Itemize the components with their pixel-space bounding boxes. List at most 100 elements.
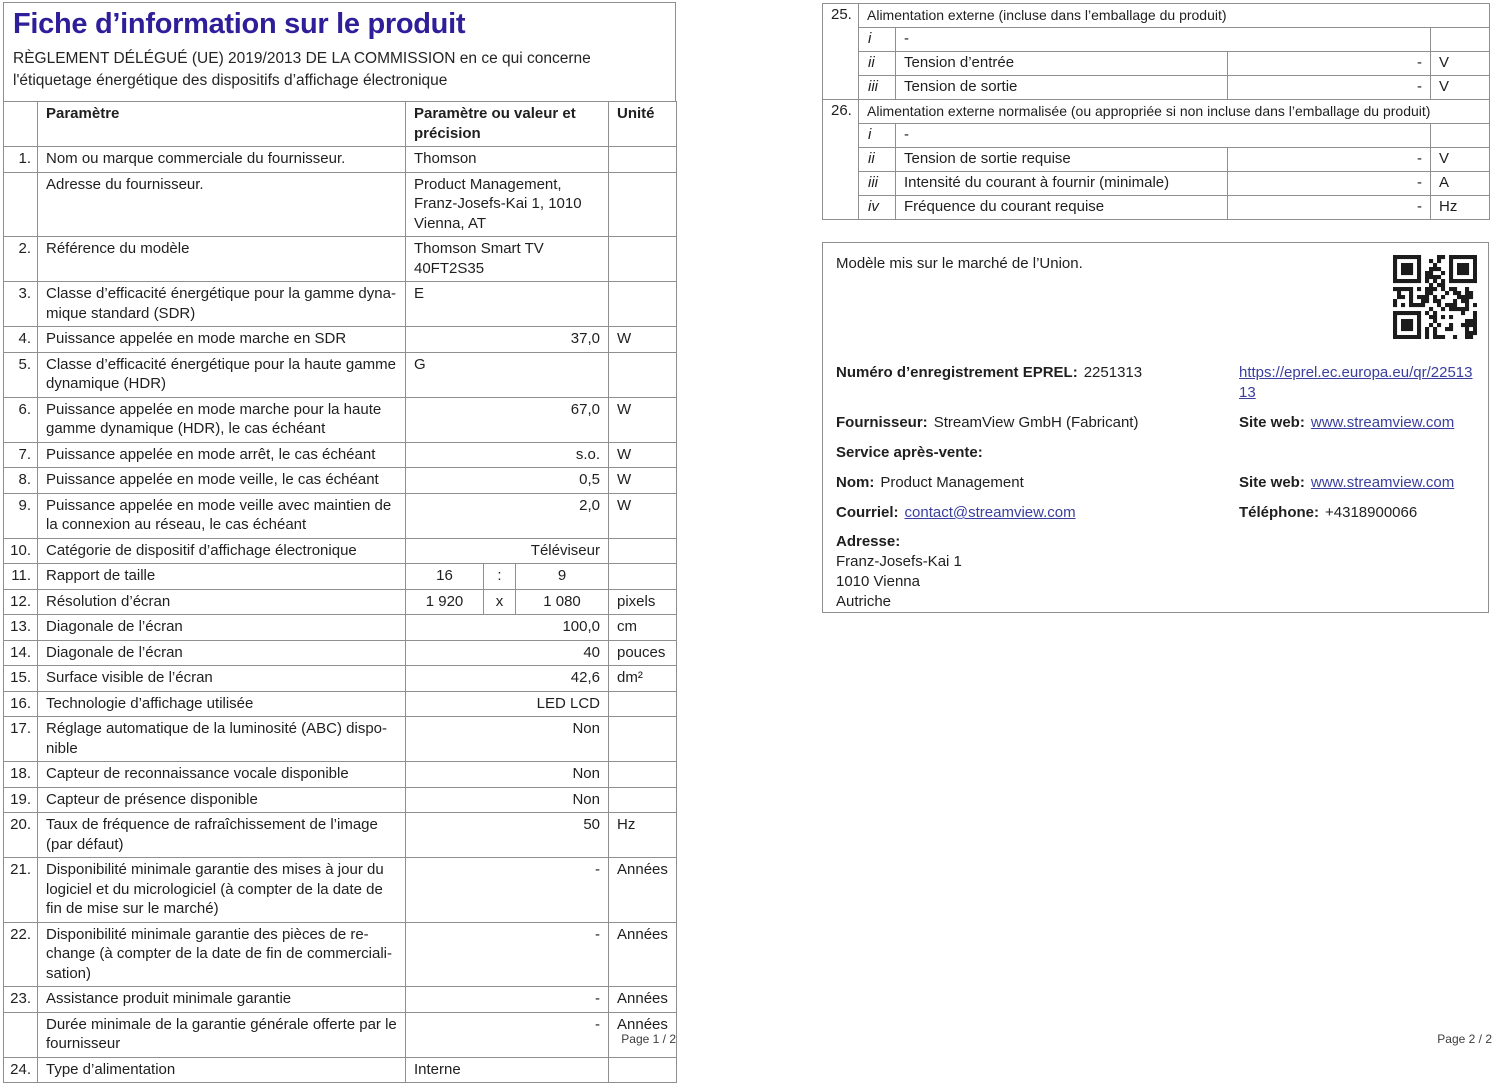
- eprel-link[interactable]: https://eprel.ec.europa.eu/qr/2251313: [1239, 363, 1475, 403]
- param-label: Disponibilité minimale garantie des mise…: [37, 857, 406, 923]
- supplier-info-box: Modèle mis sur le marché de l’Union. Num…: [822, 242, 1489, 613]
- param-label: Puissance appelée en mode marche pour la…: [37, 396, 406, 443]
- email-link[interactable]: contact@streamview.com: [905, 504, 1076, 521]
- unit-cell: W: [608, 441, 677, 468]
- unit-cell: [608, 1056, 677, 1083]
- table-row: i-: [823, 123, 1491, 148]
- service-name-row: Nom: Product Management Site web: www.stre…: [836, 473, 1475, 493]
- unit-cell: [1429, 27, 1491, 52]
- row-number: 20.: [3, 812, 38, 858]
- param-label: Diagonale de l’écran: [37, 639, 406, 666]
- row-roman-numeral: iv: [858, 195, 896, 220]
- website-link[interactable]: www.streamview.com: [1311, 414, 1454, 431]
- param-value: -: [1227, 51, 1431, 76]
- contact-row: Courriel: contact@streamview.com Téléphon…: [836, 503, 1475, 523]
- table-row: 13. Diagonale de l’écran 100,0 cm: [3, 614, 677, 641]
- table-row: 7. Puissance appelée en mode arrêt, le ca…: [3, 441, 677, 468]
- param-label: -: [895, 123, 1431, 148]
- service-name: Product Management: [880, 474, 1024, 491]
- param-value-part: 9: [515, 563, 609, 590]
- address-block: Adresse: Franz-Josefs-Kai 1 1010 Vienna …: [836, 532, 1475, 612]
- table-row: 5. Classe d’efficacité énergétique pour l…: [3, 351, 677, 398]
- table-row: 4. Puissance appelée en mode marche en SD…: [3, 326, 677, 353]
- row-number: 2.: [3, 236, 38, 282]
- param-value: -: [405, 857, 609, 923]
- param-label: Classe d’efficacité énergétique pour la …: [37, 281, 406, 327]
- row-number: 6.: [3, 396, 38, 443]
- row-number: 22.: [3, 921, 38, 987]
- param-label: Catégorie de dispositif d’affichage élec…: [37, 537, 406, 564]
- param-label: Résolution d’écran: [37, 588, 406, 615]
- table-row: 9. Puissance appelée en mode veille avec …: [3, 492, 677, 539]
- row-number: 21.: [3, 857, 38, 923]
- param-value: 100,0: [405, 614, 609, 641]
- after-sales-label: Service après-vente:: [836, 444, 983, 461]
- table-row: 1. Nom ou marque commerciale du fournisse…: [3, 146, 677, 173]
- unit-cell: V: [1429, 51, 1491, 76]
- page-1: Fiche d’information sur le produit RÈGLE…: [3, 2, 677, 1083]
- table-row: 10. Catégorie de dispositif d’affichage é…: [3, 537, 677, 564]
- row-roman-numeral: ii: [858, 147, 896, 172]
- table-row: 15. Surface visible de l’écran 42,6 dm²: [3, 665, 677, 692]
- row-number: 5.: [3, 351, 38, 398]
- supplier-name: StreamView GmbH (Fabricant): [933, 414, 1139, 431]
- param-label: Réglage automatique de la luminosité (AB…: [37, 716, 406, 762]
- unit-cell: A: [1429, 171, 1491, 196]
- unit-cell: [608, 563, 677, 590]
- supplier-label: Fournisseur:: [836, 414, 928, 431]
- param-value-part: 1 920: [405, 588, 484, 615]
- param-value: Téléviseur: [405, 537, 609, 564]
- table-header-row: Paramètre Paramètre ou valeur et précisi…: [3, 101, 677, 147]
- row-number: 23.: [3, 986, 38, 1013]
- table-row: 19. Capteur de présence disponible Non: [3, 786, 677, 813]
- col-header-parametre: Paramètre: [37, 101, 406, 147]
- row-number: 3.: [3, 281, 38, 327]
- row-number: 18.: [3, 761, 38, 788]
- unit-cell: [608, 281, 677, 327]
- unit-cell: V: [1429, 147, 1491, 172]
- param-value: E: [405, 281, 609, 327]
- row-number: 15.: [3, 665, 38, 692]
- unit-cell: [608, 171, 677, 237]
- param-value-part: x: [483, 588, 516, 615]
- param-value: s.o.: [405, 441, 609, 468]
- table-row: 24. Type d’alimentation Interne: [3, 1056, 677, 1083]
- unit-cell: Années: [608, 857, 677, 923]
- address-line: Franz-Josefs-Kai 1: [836, 553, 962, 570]
- phone-label: Téléphone:: [1239, 504, 1320, 521]
- row-roman-numeral: i: [858, 27, 896, 52]
- page-2: 25. Alimentation externe (incluse dans l’…: [822, 3, 1491, 613]
- unit-cell: [608, 537, 677, 564]
- section-header-row: 25. Alimentation externe (incluse dans l’…: [822, 3, 1491, 100]
- eprel-row: Numéro d’enregistrement EPREL: 2251313 ht…: [836, 363, 1475, 403]
- param-value: 50: [405, 812, 609, 858]
- unit-cell: dm²: [608, 665, 677, 692]
- table-row: iii Tension de sortie - V: [823, 75, 1491, 100]
- power-supply-table: 25. Alimentation externe (incluse dans l’…: [822, 3, 1491, 220]
- unit-cell: Hz: [608, 812, 677, 858]
- param-label: Taux de fréquence de rafraîchissement de…: [37, 812, 406, 858]
- row-number: 24.: [3, 1056, 38, 1083]
- param-label: Intensité du courant à fournir (minimale…: [895, 171, 1228, 196]
- section-title: Alimentation externe (incluse dans l’emb…: [857, 3, 1491, 28]
- row-number: 17.: [3, 716, 38, 762]
- table-row: 20. Taux de fréquence de rafraîchissement…: [3, 812, 677, 858]
- param-label: Disponibilité minimale garantie des pièc…: [37, 921, 406, 987]
- param-value-part: 16: [405, 563, 484, 590]
- row-number: 14.: [3, 639, 38, 666]
- website-link[interactable]: www.streamview.com: [1311, 474, 1454, 491]
- page1-footer: Page 1 / 2: [621, 1032, 676, 1046]
- param-value: 37,0: [405, 326, 609, 353]
- product-parameters-table: Paramètre Paramètre ou valeur et précisi…: [3, 101, 677, 1083]
- row-number: 4.: [3, 326, 38, 353]
- table-row: 16. Technologie d’affichage utilisée LED L…: [3, 690, 677, 717]
- col-header-valeur: Paramètre ou valeur et précision: [405, 101, 609, 147]
- param-value: Product Management, Franz-Josefs-Kai 1, …: [405, 171, 609, 237]
- eprel-label: Numéro d’enregistrement EPREL:: [836, 364, 1078, 381]
- row-number: 12.: [3, 588, 38, 615]
- unit-cell: [608, 786, 677, 813]
- table-row: Adresse du fournisseur. Product Managemen…: [3, 171, 677, 237]
- page-title: Fiche d’information sur le produit: [13, 8, 466, 40]
- param-value: -: [405, 921, 609, 987]
- table-row: i-: [823, 27, 1491, 52]
